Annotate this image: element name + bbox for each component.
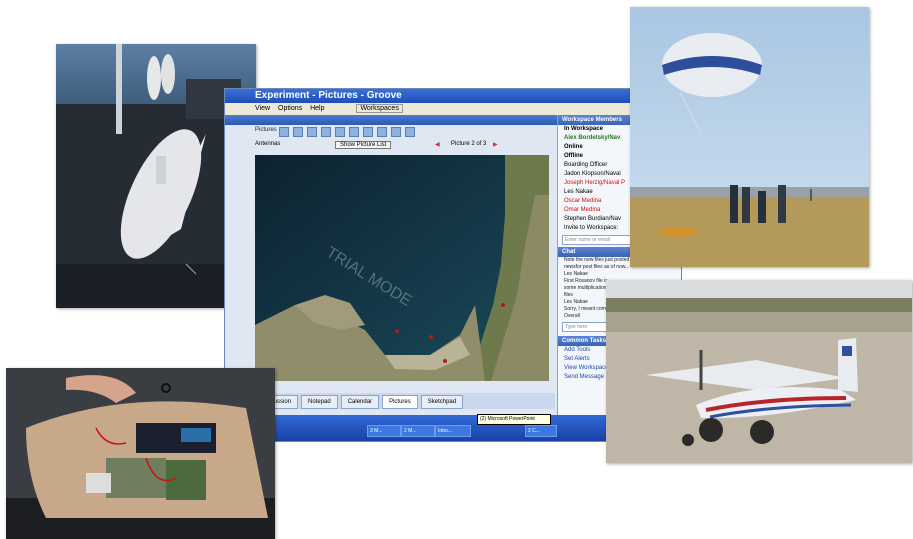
balloon-photo xyxy=(630,7,869,267)
toolbar-label: Pictures xyxy=(255,127,277,133)
paste-icon[interactable] xyxy=(377,127,387,137)
satellite-map-picture[interactable]: TRIAL MODE xyxy=(255,155,549,381)
zoom-icon[interactable] xyxy=(391,127,401,137)
menu-view[interactable]: View xyxy=(255,105,270,112)
next-picture-icon[interactable]: ▶ xyxy=(493,141,498,148)
electronics-photo-image xyxy=(6,368,275,539)
taskbar-item[interactable]: 2 M... xyxy=(401,425,435,437)
window-title: Experiment - Pictures - Groove xyxy=(225,89,681,103)
balloon-photo-image xyxy=(630,7,869,267)
previous-picture-icon[interactable]: ◀ xyxy=(435,141,440,148)
copy-icon[interactable] xyxy=(363,127,373,137)
taskbar-item[interactable]: 2 C... xyxy=(525,425,557,437)
menu-options[interactable]: Options xyxy=(278,105,302,112)
add-icon[interactable] xyxy=(279,127,289,137)
taskbar-item[interactable]: Inbo... xyxy=(435,425,471,437)
tool-header-band xyxy=(225,115,557,125)
show-picture-list-button[interactable]: Show Picture List xyxy=(335,141,392,149)
undo-icon[interactable] xyxy=(321,127,331,137)
picture-counter: Picture 2 of 3 xyxy=(451,141,487,147)
rotate-icon[interactable] xyxy=(405,127,415,137)
picture-info-row: Antennas Show Picture List ◀ Picture 2 o… xyxy=(255,141,555,151)
workspaces-dropdown[interactable]: Workspaces xyxy=(356,104,403,113)
cut-icon[interactable] xyxy=(349,127,359,137)
menu-bar: View Options Help Workspaces xyxy=(225,103,681,115)
electronics-photo xyxy=(6,368,275,539)
tab-calendar[interactable]: Calendar xyxy=(340,395,380,409)
satellite-map: TRIAL MODE xyxy=(255,155,549,381)
taskbar-item[interactable]: 3 M... xyxy=(367,425,401,437)
tab-pictures[interactable]: Pictures xyxy=(382,395,418,409)
tab-sketchpad[interactable]: Sketchpad xyxy=(420,395,464,409)
delete-icon[interactable] xyxy=(307,127,317,137)
taskbar-tooltip: (2) Microsoft PowerPoint xyxy=(477,414,551,425)
tool-tabs: Discussion Notepad Calendar Pictures Ske… xyxy=(255,393,555,409)
toolbar-icons xyxy=(279,127,429,137)
menu-help[interactable]: Help xyxy=(310,105,324,112)
aircraft-photo xyxy=(606,280,912,463)
picture-name: Antennas xyxy=(255,141,281,147)
edit-icon[interactable] xyxy=(293,127,303,137)
aircraft-photo-image xyxy=(606,280,912,463)
chat-line: Les Nakae xyxy=(564,271,588,277)
tab-notepad[interactable]: Notepad xyxy=(301,395,338,409)
redo-icon[interactable] xyxy=(335,127,345,137)
